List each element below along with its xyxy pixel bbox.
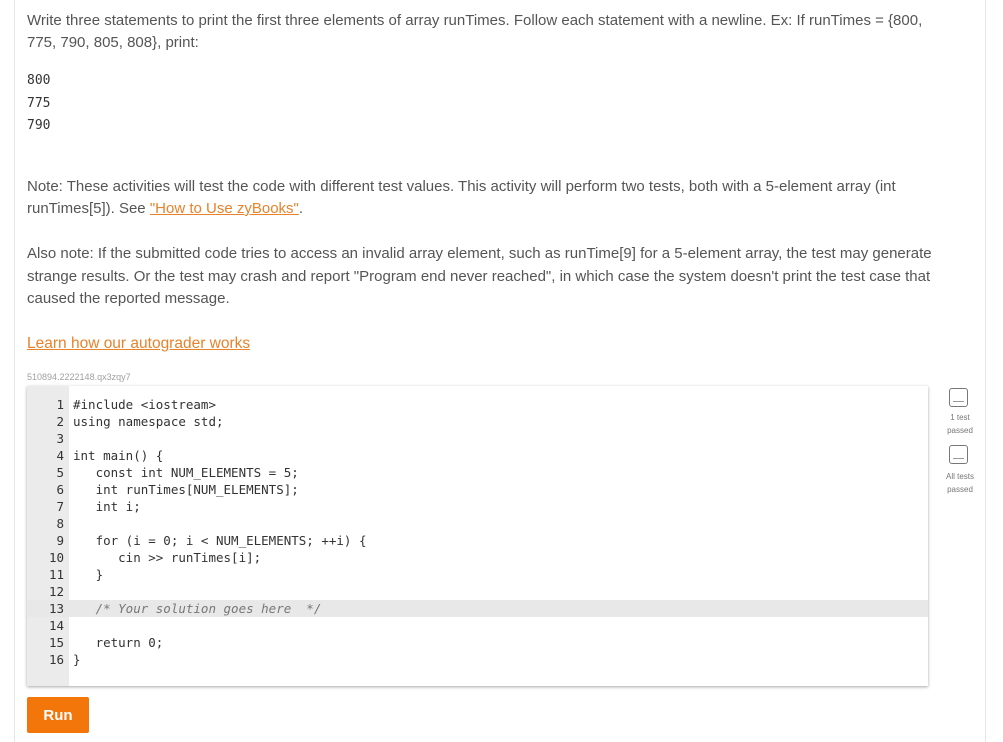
activity-page: Write three statements to print the firs… (14, 0, 986, 742)
line-code[interactable]: } (73, 566, 104, 583)
line-number: 14 (48, 618, 64, 633)
code-line[interactable]: 15 return 0; (27, 634, 928, 651)
test-all-checkbox-icon (949, 445, 968, 464)
line-code[interactable]: int main() { (73, 447, 163, 464)
line-code[interactable]: } (73, 651, 81, 668)
example-output: 800 775 790 (27, 70, 50, 138)
prompt-text: Write three statements to print the firs… (27, 12, 923, 51)
line-number: 16 (48, 652, 64, 667)
line-code[interactable]: const int NUM_ELEMENTS = 5; (73, 464, 299, 481)
code-line[interactable]: 8 (27, 515, 928, 532)
test-1-label: 1 test passed (947, 413, 973, 435)
line-number: 3 (56, 431, 64, 446)
line-code[interactable]: return 0; (73, 634, 164, 651)
code-line[interactable]: 12 (27, 583, 928, 600)
line-number: 9 (56, 533, 64, 548)
run-button[interactable]: Run (27, 697, 89, 733)
line-code[interactable]: using namespace std; (73, 413, 224, 430)
line-number: 7 (56, 499, 64, 514)
code-line[interactable]: 1 #include <iostream> (27, 396, 928, 413)
line-number: 12 (48, 584, 64, 599)
line-number: 8 (56, 516, 64, 531)
line-number: 13 (48, 601, 64, 616)
code-line[interactable]: 5 const int NUM_ELEMENTS = 5; (27, 464, 928, 481)
example-output-line: 790 (27, 118, 51, 133)
line-number: 5 (56, 465, 64, 480)
note-test-values-suffix: . (298, 200, 304, 217)
note-invalid-access: Also note: If the submitted code tries t… (27, 245, 932, 307)
code-line[interactable]: 13 /* Your solution goes here */ (27, 600, 928, 617)
line-code[interactable]: /* Your solution goes here */ (73, 600, 322, 617)
code-line[interactable]: 10 cin >> runTimes[i]; (27, 549, 928, 566)
line-number: 10 (48, 550, 64, 565)
line-number: 4 (56, 448, 64, 463)
test-all-label: All tests passed (945, 472, 974, 494)
code-line[interactable]: 16} (27, 651, 928, 668)
line-code[interactable]: cin >> runTimes[i]; (73, 549, 261, 566)
line-code[interactable]: int i; (73, 498, 141, 515)
note-test-values: Note: These activities will test the cod… (27, 176, 937, 220)
code-line[interactable]: 3 (27, 430, 928, 447)
code-line[interactable]: 11 } (27, 566, 928, 583)
line-number: 2 (56, 414, 64, 429)
line-number: 1 (56, 397, 64, 412)
line-number: 11 (48, 567, 64, 582)
line-code[interactable]: #include <iostream> (73, 396, 216, 413)
line-code[interactable]: int runTimes[NUM_ELEMENTS]; (73, 481, 299, 498)
line-number: 15 (48, 635, 64, 650)
code-line[interactable]: 6 int runTimes[NUM_ELEMENTS]; (27, 481, 928, 498)
code-line[interactable]: 2 using namespace std; (27, 413, 928, 430)
how-to-use-zybooks-link[interactable]: "How to Use zyBooks" (150, 200, 299, 217)
code-line[interactable]: 14 (27, 617, 928, 634)
code-line[interactable]: 7 int i; (27, 498, 928, 515)
code-editor[interactable]: 1 #include <iostream> 2 using namespace std… (27, 386, 928, 686)
test-1-checkbox-icon (949, 388, 968, 407)
autograder-link[interactable]: Learn how our autograder works (27, 333, 250, 355)
line-code[interactable]: for (i = 0; i < NUM_ELEMENTS; ++i) { (73, 532, 367, 549)
code-line[interactable]: 4 int main() { (27, 447, 928, 464)
example-output-line: 775 (27, 95, 51, 111)
example-output-line: 800 (27, 73, 51, 88)
line-number: 6 (56, 482, 64, 497)
code-line[interactable]: 9 for (i = 0; i < NUM_ELEMENTS; ++i) { (27, 532, 928, 549)
activity-id: 510894.2222148.qx3zqy7 (27, 372, 131, 382)
